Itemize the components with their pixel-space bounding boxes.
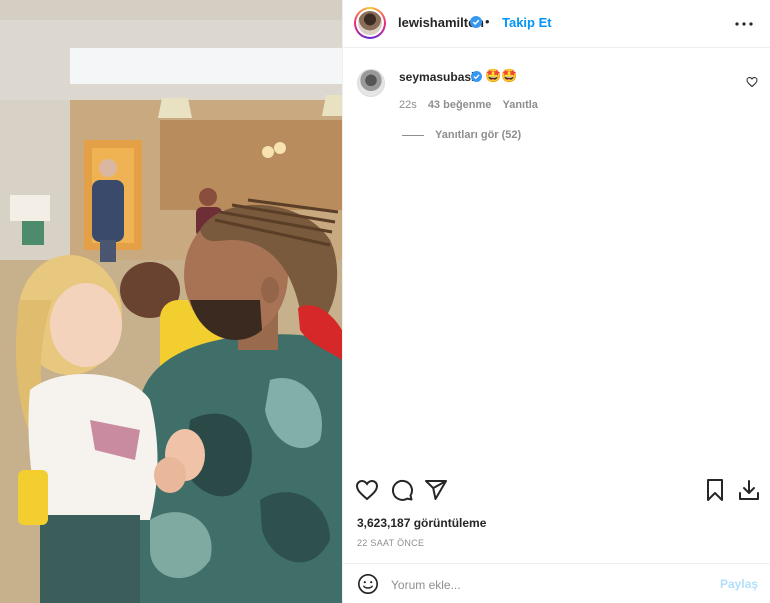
comment-likes[interactable]: 43 beğenme bbox=[428, 99, 492, 111]
post-time[interactable]: 22 SAAT ÖNCE bbox=[357, 538, 424, 548]
bookmark-icon[interactable] bbox=[703, 478, 727, 502]
heart-icon[interactable] bbox=[355, 478, 379, 502]
author-avatar-photo bbox=[358, 11, 382, 35]
commenter-avatar[interactable] bbox=[357, 69, 385, 97]
more-horizontal-icon[interactable] bbox=[732, 12, 756, 36]
view-replies-line bbox=[402, 134, 424, 136]
post-video[interactable] bbox=[0, 0, 342, 603]
share-icon[interactable] bbox=[424, 478, 448, 502]
comment-icon[interactable] bbox=[390, 478, 414, 502]
reply-button[interactable]: Yanıtla bbox=[502, 99, 537, 111]
verified-badge-icon bbox=[470, 16, 482, 28]
post-header: lewishamilton • Takip Et bbox=[343, 0, 770, 48]
view-replies-label: Yanıtları gör (52) bbox=[435, 129, 522, 141]
add-comment-bar: Paylaş bbox=[343, 563, 770, 603]
action-bar bbox=[343, 478, 770, 504]
follow-button[interactable]: Takip Et bbox=[502, 15, 552, 30]
comment-meta: 22s 43 beğenme Yanıtla bbox=[399, 99, 546, 111]
view-replies-button[interactable]: Yanıtları gör (52) bbox=[402, 129, 521, 141]
verified-badge-icon bbox=[471, 71, 482, 82]
post-details-panel: lewishamilton • Takip Et seymasubasi 🤩🤩 … bbox=[342, 0, 770, 603]
video-frame bbox=[0, 0, 342, 603]
post-comment-button[interactable]: Paylaş bbox=[720, 577, 758, 591]
comment-text: 🤩🤩 bbox=[485, 68, 518, 83]
view-count[interactable]: 3,623,187 görüntüleme bbox=[357, 516, 486, 530]
comment-username[interactable]: seymasubasi bbox=[399, 70, 474, 84]
comment-time: 22s bbox=[399, 99, 417, 111]
separator-dot: • bbox=[485, 14, 490, 29]
download-icon[interactable] bbox=[737, 478, 761, 502]
comment-input[interactable] bbox=[389, 573, 713, 597]
comment-like-heart-icon[interactable] bbox=[746, 76, 758, 88]
author-avatar[interactable] bbox=[354, 7, 386, 39]
emoji-icon[interactable] bbox=[357, 573, 379, 595]
